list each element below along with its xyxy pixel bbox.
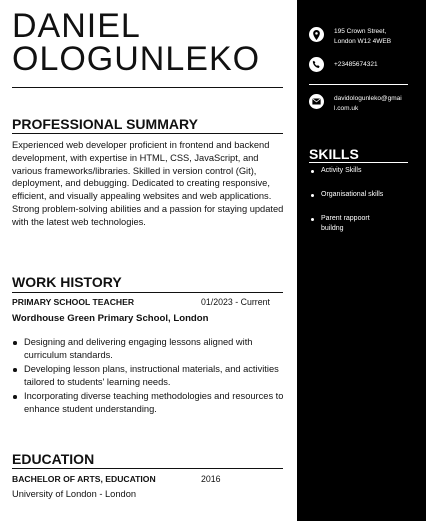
skill-text: Parent rappoort	[321, 215, 370, 222]
education-year: 2016	[201, 474, 221, 484]
job-dates: 01/2023 - Current	[201, 297, 270, 307]
contact-email: davidologunleko@gmai l.com.uk	[309, 94, 422, 114]
duty-text: Designing and delivering engaging lesson…	[24, 337, 253, 360]
phone-icon	[309, 57, 324, 72]
skill-item: Activity Skills	[309, 166, 361, 176]
skill-text: buildng	[321, 225, 344, 232]
address-line-2: London W12 4WEB	[334, 38, 392, 45]
job-employer: Wordhouse Green Primary School, London	[12, 313, 209, 324]
work-divider	[12, 292, 283, 293]
job-title: PRIMARY SCHOOL TEACHER	[12, 297, 135, 307]
name-last: OLOGUNLEKO	[12, 40, 261, 78]
skill-item-continued: buildng	[309, 224, 344, 234]
address-text: 195 Crown Street, London W12 4WEB	[334, 27, 422, 47]
job-duties-list: Designing and delivering engaging lesson…	[12, 336, 286, 417]
education-heading: EDUCATION	[12, 451, 95, 467]
location-pin-icon	[309, 27, 324, 42]
email-line-2: l.com.uk	[334, 105, 359, 112]
education-school: University of London - London	[12, 489, 137, 499]
work-heading: WORK HISTORY	[12, 274, 122, 290]
skill-item: Organisational skills	[309, 190, 383, 200]
contact-phone: +23485674321	[309, 57, 422, 72]
address-line-1: 195 Crown Street,	[334, 28, 387, 35]
email-line-1: davidologunleko@gmai	[334, 95, 402, 102]
skills-divider	[309, 162, 408, 163]
contact-divider	[309, 84, 408, 85]
list-item: Incorporating diverse teaching methodolo…	[12, 390, 286, 416]
education-degree: BACHELOR OF ARTS, EDUCATION	[12, 474, 156, 484]
name-divider	[12, 87, 283, 88]
email-icon	[309, 94, 324, 109]
summary-text: Experienced web developer proficient in …	[12, 140, 284, 227]
summary-divider	[12, 133, 283, 134]
bullet-icon	[311, 170, 314, 173]
bullet-icon	[13, 368, 17, 372]
email-text: davidologunleko@gmai l.com.uk	[334, 94, 422, 114]
bullet-icon	[13, 395, 17, 399]
sidebar: 195 Crown Street, London W12 4WEB +23485…	[297, 0, 426, 521]
bullet-icon	[311, 194, 314, 197]
skills-heading: SKILLS	[309, 146, 359, 162]
list-item: Designing and delivering engaging lesson…	[12, 336, 286, 362]
summary-heading: PROFESSIONAL SUMMARY	[12, 116, 198, 132]
skill-item: Parent rappoort	[309, 214, 370, 224]
name-first: DANIEL	[12, 7, 141, 45]
contact-address: 195 Crown Street, London W12 4WEB	[309, 27, 422, 47]
skill-text: Activity Skills	[321, 167, 362, 174]
bullet-icon	[13, 341, 17, 345]
duty-text: Developing lesson plans, instructional m…	[24, 364, 279, 387]
education-divider	[12, 468, 283, 469]
bullet-icon	[311, 218, 314, 221]
duty-text: Incorporating diverse teaching methodolo…	[24, 391, 284, 414]
main-column: DANIEL OLOGUNLEKO PROFESSIONAL SUMMARY E…	[0, 0, 297, 521]
skill-text: Organisational skills	[321, 191, 384, 198]
list-item: Developing lesson plans, instructional m…	[12, 363, 286, 389]
candidate-name: DANIEL OLOGUNLEKO	[12, 7, 287, 78]
phone-text: +23485674321	[334, 61, 378, 68]
